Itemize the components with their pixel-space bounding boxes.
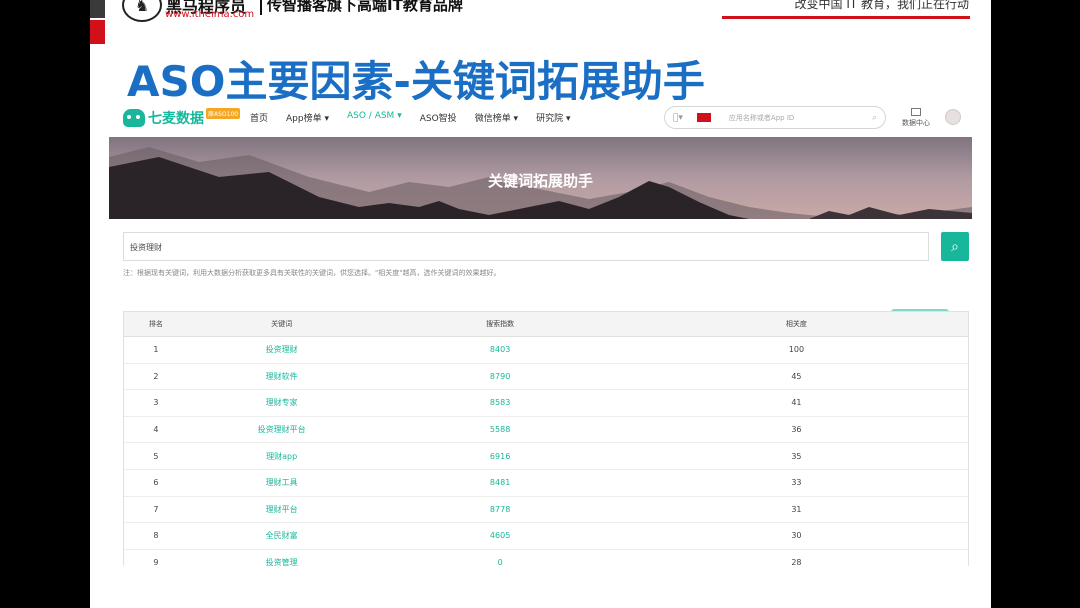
nav-item-aso-asm[interactable]: ASO / ASM ▾ [347, 111, 402, 124]
relevance-cell: 30 [791, 531, 802, 541]
rank-cell: 5 [153, 451, 159, 461]
keyword-link[interactable]: 投资理财平台 [188, 424, 376, 435]
keyword-input[interactable]: 投资理财 [123, 232, 929, 261]
site-logo-badge: 原ASO100 [206, 108, 241, 119]
search-index-link[interactable]: 5588 [375, 425, 624, 434]
tool-note: 注：根据现有关键词，利用大数据分析获取更多具有关联性的关键词，供您选择。"相关度… [123, 269, 501, 277]
keyword-link[interactable]: 理财工具 [188, 477, 376, 488]
table-row: 3 理财专家 8583 41 [124, 390, 968, 417]
search-index-link[interactable]: 6916 [375, 452, 624, 461]
search-index-link[interactable]: 8403 [375, 345, 624, 354]
nav-items: 首页 App榜单 ▾ ASO / ASM ▾ ASO智投 微信榜单 ▾ 研究院 … [250, 111, 588, 124]
search-index-link[interactable]: 0 [375, 558, 624, 566]
keyword-link[interactable]: 全民财富 [188, 530, 376, 541]
nav-item-home[interactable]: 首页 [250, 111, 268, 124]
apple-icon[interactable]: ▾ [673, 113, 683, 123]
relevance-cell: 35 [791, 451, 802, 461]
slide-header: ♞ 黑马程序员 www.itheima.com 传智播客旗下高端IT教育品牌 改… [90, 0, 991, 22]
keyword-link[interactable]: 理财平台 [188, 504, 376, 515]
header-relevance[interactable]: 相关度 [625, 319, 968, 329]
slide: ♞ 黑马程序员 www.itheima.com 传智播客旗下高端IT教育品牌 改… [90, 0, 991, 608]
rank-cell: 6 [153, 478, 159, 488]
rank-cell: 2 [153, 371, 159, 381]
app-search-bar[interactable]: ▾ 应用名称或者App ID ⌕ [664, 106, 886, 129]
search-index-link[interactable]: 8583 [375, 398, 624, 407]
search-index-link[interactable]: 8790 [375, 372, 624, 381]
rank-cell: 9 [153, 558, 159, 566]
relevance-cell: 36 [791, 425, 802, 435]
keyword-search-button[interactable]: ⌕ [941, 232, 969, 261]
site-logo[interactable]: 七麦数据 原ASO100 [123, 108, 241, 128]
keyword-link[interactable]: 投资管理 [188, 557, 376, 566]
app-search-input[interactable]: 应用名称或者App ID [729, 113, 872, 123]
table-row: 5 理财app 6916 35 [124, 443, 968, 470]
nav-item-research[interactable]: 研究院 ▾ [536, 111, 570, 124]
slide-left-bar-red [90, 20, 105, 44]
keyword-link[interactable]: 理财软件 [188, 371, 376, 382]
monitor-icon [911, 108, 921, 116]
table-row: 4 投资理财平台 5588 36 [124, 416, 968, 444]
avatar[interactable] [945, 109, 961, 125]
brand-url: www.itheima.com [165, 9, 255, 20]
brand-slogan: 传智播客旗下高端IT教育品牌 [260, 0, 463, 15]
brand-logo-icon: ♞ [122, 0, 162, 22]
header-rank[interactable]: 排名 [124, 319, 188, 329]
table-row: 8 全民财富 4605 30 [124, 523, 968, 550]
search-index-link[interactable]: 4605 [375, 531, 624, 540]
rank-cell: 4 [153, 425, 159, 435]
china-flag-icon[interactable] [696, 113, 711, 122]
rank-cell: 1 [153, 345, 159, 355]
table-row: 7 理财平台 8778 31 [124, 496, 968, 524]
nav-item-app-rank[interactable]: App榜单 ▾ [286, 111, 329, 124]
keyword-link[interactable]: 投资理财 [188, 344, 376, 355]
nav-item-wechat-rank[interactable]: 微信榜单 ▾ [475, 111, 518, 124]
rank-cell: 8 [153, 531, 159, 541]
site-logo-name: 七麦数据 [148, 111, 204, 127]
header-red-line [722, 16, 970, 19]
table-header: 排名 关键词 搜索指数 相关度 [124, 312, 968, 337]
site-nav: 七麦数据 原ASO100 首页 App榜单 ▾ ASO / ASM ▾ ASO智… [109, 100, 972, 136]
relevance-cell: 45 [791, 371, 802, 381]
keyword-link[interactable]: 理财专家 [188, 397, 376, 408]
relevance-cell: 28 [791, 558, 802, 566]
search-index-link[interactable]: 8778 [375, 505, 624, 514]
cat-logo-icon [123, 109, 145, 127]
rank-cell: 7 [153, 504, 159, 514]
search-icon[interactable]: ⌕ [872, 113, 877, 123]
nav-item-aso-ad[interactable]: ASO智投 [420, 111, 457, 124]
data-center-button[interactable]: 数据中心 [899, 108, 933, 128]
search-icon: ⌕ [951, 238, 959, 255]
relevance-cell: 33 [791, 478, 802, 488]
banner: 关键词拓展助手 [109, 137, 972, 219]
table-row: 2 理财软件 8790 45 [124, 363, 968, 391]
header-keyword[interactable]: 关键词 [188, 319, 376, 329]
web-screenshot: 七麦数据 原ASO100 首页 App榜单 ▾ ASO / ASM ▾ ASO智… [109, 100, 972, 566]
table-row: 9 投资管理 0 28 [124, 549, 968, 566]
keyword-table: 排名 关键词 搜索指数 相关度 1 投资理财 8403 100 2 理财软件 8790 45 3… [123, 311, 969, 566]
search-index-link[interactable]: 8481 [375, 478, 624, 487]
banner-title: 关键词拓展助手 [487, 172, 593, 190]
keyword-link[interactable]: 理财app [188, 451, 376, 462]
data-center-label: 数据中心 [902, 119, 930, 127]
table-row: 6 理财工具 8481 33 [124, 469, 968, 497]
relevance-cell: 31 [791, 504, 802, 514]
relevance-cell: 41 [791, 398, 802, 408]
rank-cell: 3 [153, 398, 159, 408]
header-search-index[interactable]: 搜索指数 [375, 319, 624, 329]
right-slogan: 改变中国 IT 教育，我们正在行动 [794, 0, 970, 11]
table-row: 1 投资理财 8403 100 [124, 337, 968, 364]
relevance-cell: 100 [788, 345, 805, 355]
